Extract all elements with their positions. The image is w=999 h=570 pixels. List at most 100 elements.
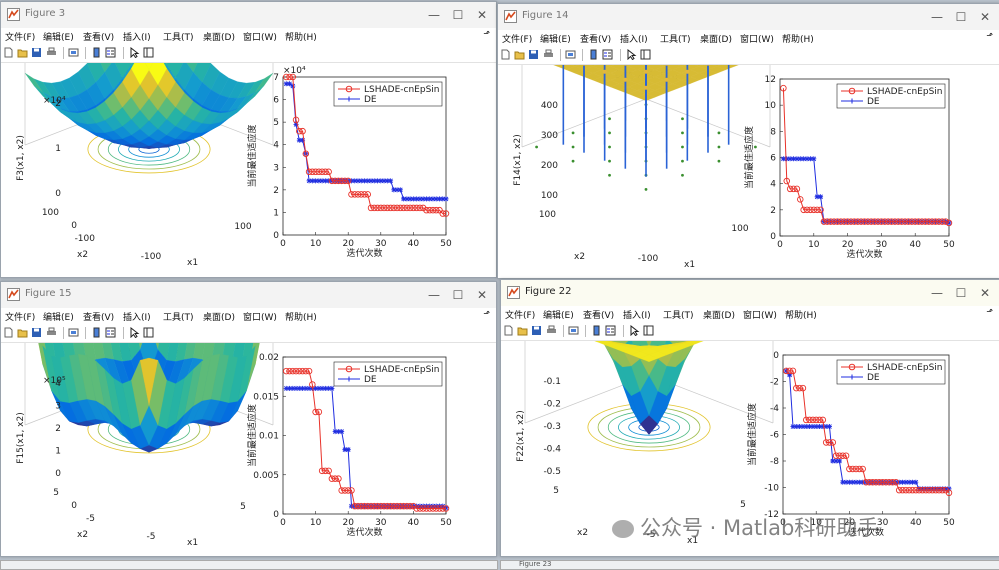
open-file-icon[interactable]	[17, 327, 28, 338]
menu-item[interactable]: 窗口(W)	[743, 308, 777, 321]
legend-icon[interactable]	[105, 47, 116, 58]
colorbar-icon[interactable]	[91, 47, 102, 58]
minimize-icon[interactable]: —	[927, 283, 947, 303]
close-icon[interactable]: ✕	[975, 283, 995, 303]
print-icon[interactable]	[46, 327, 57, 338]
menu-item[interactable]: 插入(I)	[123, 310, 151, 323]
menu-item[interactable]: 文件(F)	[5, 310, 35, 323]
background-window-strip[interactable]	[0, 560, 498, 570]
new-figure-icon[interactable]	[3, 47, 14, 58]
legend-icon[interactable]	[605, 325, 616, 336]
new-figure-icon[interactable]	[500, 49, 511, 60]
menu-item[interactable]: 帮助(H)	[285, 30, 317, 43]
property-editor-icon[interactable]	[143, 327, 154, 338]
menu-item[interactable]: 工具(T)	[163, 30, 194, 43]
background-window-strip[interactable]: Figure 23	[500, 560, 999, 570]
save-icon[interactable]	[31, 47, 42, 58]
menu-overflow-icon[interactable]: ⬏	[986, 31, 993, 40]
menu-overflow-icon[interactable]: ⬏	[986, 307, 993, 316]
menu-item[interactable]: 桌面(D)	[203, 310, 235, 323]
property-editor-icon[interactable]	[640, 49, 651, 60]
title-bar[interactable]: Figure 14 — ☐ ✕	[498, 4, 999, 30]
plot-legend[interactable]: LSHADE-cnEpSinDE	[334, 362, 442, 386]
title-bar[interactable]: Figure 15 — ☐ ✕	[1, 282, 496, 308]
minimize-icon[interactable]: —	[424, 5, 444, 25]
plot-legend[interactable]: LSHADE-cnEpSinDE	[837, 360, 945, 384]
menu-item[interactable]: 文件(F)	[502, 32, 532, 45]
menu-item[interactable]: 工具(T)	[660, 32, 691, 45]
surface-plot	[25, 343, 273, 453]
menu-item[interactable]: 编辑(E)	[540, 32, 571, 45]
link-plot-icon[interactable]	[68, 327, 79, 338]
link-plot-icon[interactable]	[568, 325, 579, 336]
open-file-icon[interactable]	[17, 47, 28, 58]
menu-item[interactable]: 文件(F)	[5, 30, 35, 43]
menu-item[interactable]: 帮助(H)	[782, 32, 814, 45]
title-bar[interactable]: Figure 22 — ☐ ✕	[501, 280, 999, 306]
menu-item[interactable]: 编辑(E)	[43, 30, 74, 43]
maximize-icon[interactable]: ☐	[951, 7, 971, 27]
property-editor-icon[interactable]	[143, 47, 154, 58]
link-plot-icon[interactable]	[565, 49, 576, 60]
minimize-icon[interactable]: —	[927, 7, 947, 27]
colorbar-icon[interactable]	[91, 327, 102, 338]
minimize-icon[interactable]: —	[424, 285, 444, 305]
plot-legend[interactable]: LSHADE-cnEpSinDE	[837, 84, 945, 108]
save-icon[interactable]	[531, 325, 542, 336]
menu-item[interactable]: 窗口(W)	[243, 30, 277, 43]
menu-item[interactable]: 查看(V)	[83, 30, 114, 43]
pointer-icon[interactable]	[626, 49, 637, 60]
menu-item[interactable]: 帮助(H)	[785, 308, 817, 321]
save-icon[interactable]	[528, 49, 539, 60]
menu-item[interactable]: 工具(T)	[163, 310, 194, 323]
colorbar-icon[interactable]	[588, 49, 599, 60]
maximize-icon[interactable]: ☐	[448, 5, 468, 25]
pointer-icon[interactable]	[129, 327, 140, 338]
new-figure-icon[interactable]	[503, 325, 514, 336]
menu-item[interactable]: 查看(V)	[580, 32, 611, 45]
close-icon[interactable]: ✕	[472, 285, 492, 305]
print-icon[interactable]	[46, 47, 57, 58]
menu-item[interactable]: 桌面(D)	[203, 30, 235, 43]
menu-item[interactable]: 插入(I)	[123, 30, 151, 43]
link-plot-icon[interactable]	[68, 47, 79, 58]
legend-icon[interactable]	[105, 327, 116, 338]
maximize-icon[interactable]: ☐	[448, 285, 468, 305]
x2-tick-label: -5	[86, 514, 95, 524]
print-icon[interactable]	[543, 49, 554, 60]
menu-item[interactable]: 窗口(W)	[243, 310, 277, 323]
legend-icon[interactable]	[602, 49, 613, 60]
menu-item[interactable]: 桌面(D)	[703, 308, 735, 321]
foxhole-dot	[665, 78, 669, 82]
menu-item[interactable]: 桌面(D)	[700, 32, 732, 45]
open-file-icon[interactable]	[514, 49, 525, 60]
menu-item[interactable]: 文件(F)	[505, 308, 535, 321]
close-icon[interactable]: ✕	[975, 7, 995, 27]
toolbar-separator	[560, 49, 561, 61]
menu-item[interactable]: 编辑(E)	[43, 310, 74, 323]
pointer-icon[interactable]	[629, 325, 640, 336]
menu-item[interactable]: 插入(I)	[623, 308, 651, 321]
menu-overflow-icon[interactable]: ⬏	[483, 309, 490, 318]
maximize-icon[interactable]: ☐	[951, 283, 971, 303]
save-icon[interactable]	[31, 327, 42, 338]
open-file-icon[interactable]	[517, 325, 528, 336]
title-bar[interactable]: Figure 3 — ☐ ✕	[1, 2, 496, 28]
menu-item[interactable]: 工具(T)	[663, 308, 694, 321]
menu-item[interactable]: 插入(I)	[620, 32, 648, 45]
new-figure-icon[interactable]	[3, 327, 14, 338]
colorbar-icon[interactable]	[591, 325, 602, 336]
menu-item[interactable]: 查看(V)	[83, 310, 114, 323]
wechat-icon	[612, 520, 634, 538]
menu-overflow-icon[interactable]: ⬏	[483, 29, 490, 38]
property-editor-icon[interactable]	[643, 325, 654, 336]
pointer-icon[interactable]	[129, 47, 140, 58]
close-icon[interactable]: ✕	[472, 5, 492, 25]
legend-lshade-label: LSHADE-cnEpSin	[867, 87, 943, 97]
menu-item[interactable]: 帮助(H)	[285, 310, 317, 323]
plot-legend[interactable]: LSHADE-cnEpSinDE	[334, 82, 442, 106]
menu-item[interactable]: 查看(V)	[583, 308, 614, 321]
menu-item[interactable]: 窗口(W)	[740, 32, 774, 45]
menu-item[interactable]: 编辑(E)	[543, 308, 574, 321]
print-icon[interactable]	[546, 325, 557, 336]
